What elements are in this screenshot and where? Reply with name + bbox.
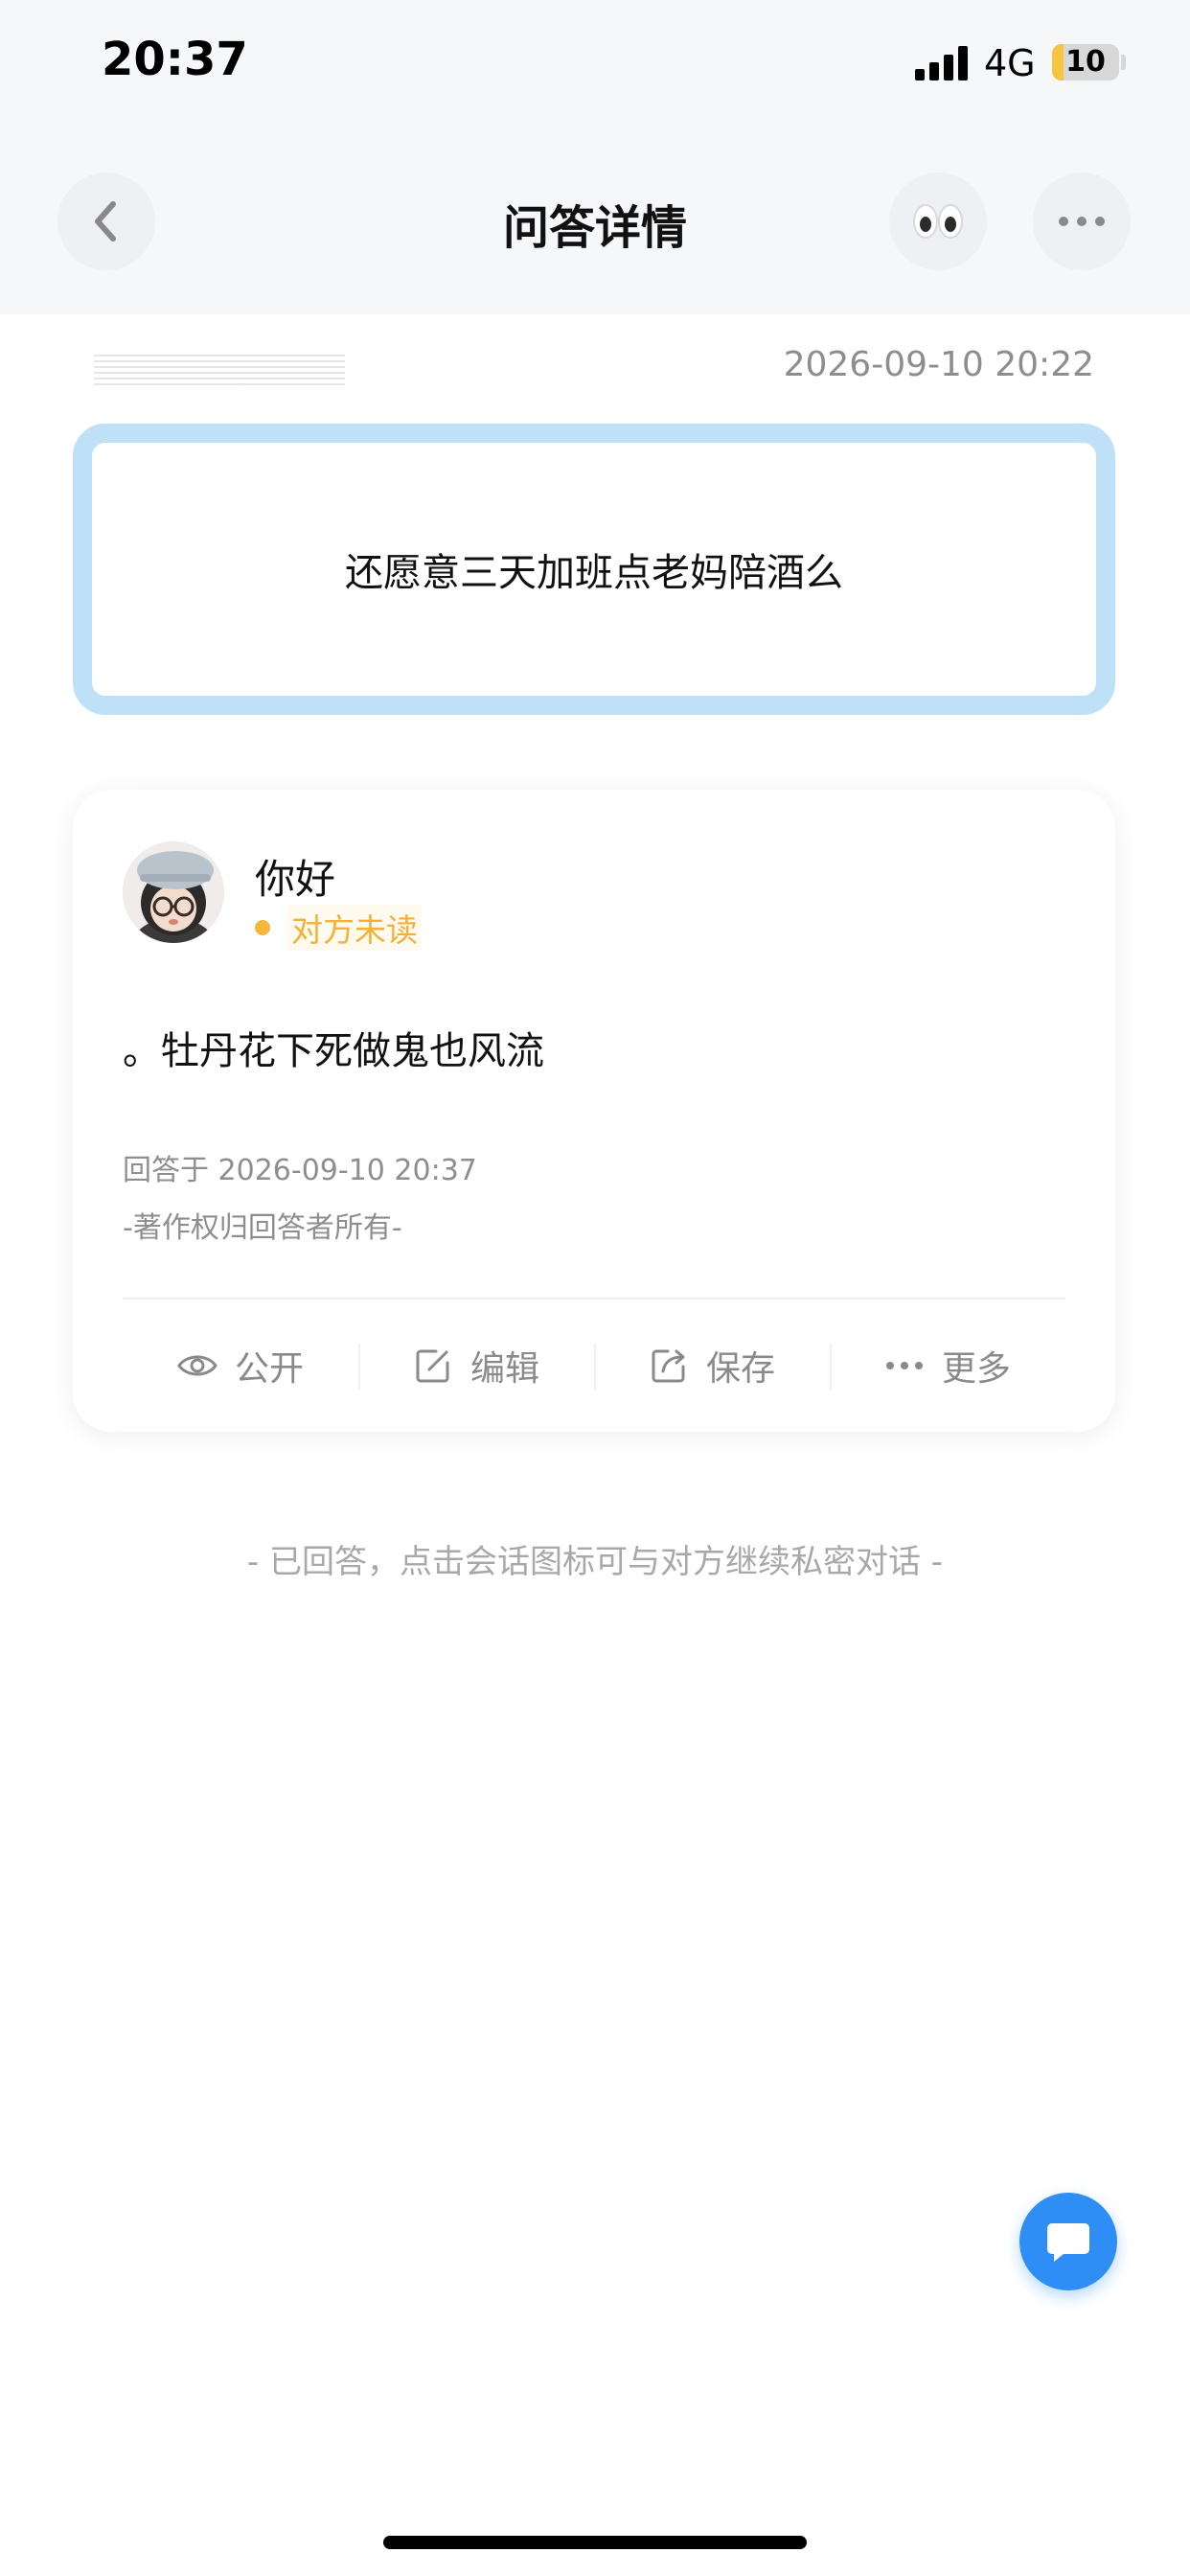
network-type: 4G	[984, 42, 1036, 84]
edit-label: 编辑	[469, 1349, 539, 1389]
eyes-button[interactable]	[889, 172, 987, 270]
avatar-illustration	[123, 841, 224, 943]
answer-card: 你好 对方未读 。牡丹花下死做鬼也风流 回答于 2026-09-10 20:37…	[73, 790, 1115, 1432]
battery-cap	[1121, 55, 1126, 70]
ellipsis-icon	[1059, 217, 1105, 226]
chat-button[interactable]	[1019, 2193, 1117, 2290]
edit-icon	[413, 1346, 453, 1386]
more-label: 更多	[941, 1349, 1011, 1389]
status-time: 20:37	[102, 33, 248, 86]
question-card: 还愿意三天加班点老妈陪酒么	[73, 424, 1115, 715]
copyright-note: -著作权归回答者所有-	[123, 1211, 402, 1245]
avatar[interactable]	[123, 841, 224, 943]
top-area: 20:37 4G 10 问答详情	[0, 0, 1190, 314]
home-indicator	[383, 2536, 807, 2549]
save-button[interactable]: 保存	[594, 1300, 830, 1432]
answer-actions: 公开 编辑 保存 更多	[123, 1300, 1065, 1432]
public-label: 公开	[234, 1349, 304, 1389]
read-status-text: 对方未读	[287, 905, 422, 951]
eyes-emoji-icon	[913, 204, 963, 239]
responder-name: 你好	[255, 856, 336, 903]
eye-icon	[177, 1346, 217, 1386]
asker-name-redacted	[94, 351, 345, 385]
public-button[interactable]: 公开	[123, 1300, 358, 1432]
question-date: 2026-09-10 20:22	[783, 345, 1094, 384]
question-text: 还愿意三天加班点老妈陪酒么	[345, 551, 843, 595]
answer-text: 。牡丹花下死做鬼也风流	[123, 1029, 544, 1073]
share-export-icon	[649, 1346, 689, 1386]
answered-hint: - 已回答，点击会话图标可与对方继续私密对话 -	[246, 1543, 944, 1581]
chat-bubble-icon	[1047, 2223, 1089, 2262]
edit-button[interactable]: 编辑	[358, 1300, 594, 1432]
battery-level: 10	[1065, 45, 1106, 79]
save-label: 保存	[705, 1349, 775, 1389]
signal-strength-icon	[915, 46, 969, 80]
more-dots-icon	[884, 1346, 925, 1386]
page-title: 问答详情	[502, 201, 687, 255]
read-status: 对方未读	[255, 905, 422, 951]
more-button[interactable]: 更多	[830, 1300, 1065, 1432]
battery-icon: 10	[1052, 44, 1119, 80]
answered-time: 回答于 2026-09-10 20:37	[123, 1154, 477, 1187]
unread-dot-icon	[255, 920, 270, 935]
more-menu-button[interactable]	[1033, 172, 1131, 270]
